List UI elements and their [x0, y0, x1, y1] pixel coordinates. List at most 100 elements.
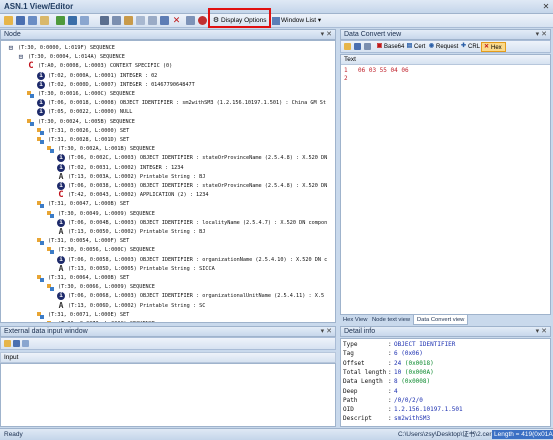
info-icon: i: [57, 182, 65, 190]
open-icon[interactable]: [4, 340, 11, 347]
pencil-icon[interactable]: [56, 16, 65, 25]
text-header: Text: [341, 55, 550, 65]
detail-value-text: 6 (0x06): [394, 350, 423, 358]
detail-value-hex: (0x0018): [404, 359, 434, 367]
base64-icon: ▣: [376, 43, 383, 49]
set-icon: [37, 136, 45, 144]
add-node-icon[interactable]: [160, 16, 169, 25]
detail-key: Data Length: [343, 378, 383, 386]
save-icon[interactable]: [16, 16, 25, 25]
hex-icon: ✕: [483, 44, 490, 50]
detail-colon: :: [388, 341, 392, 348]
export-icon[interactable]: [40, 16, 49, 25]
external-panel-title: External data input window: [4, 328, 88, 335]
window-list-label: Window List: [281, 17, 317, 24]
detail-panel-header: Detail info ▾ ✕: [340, 326, 551, 337]
document-icon[interactable]: [80, 16, 89, 25]
dcv-panel-title: Data Convert view: [344, 31, 402, 38]
set-icon: [47, 210, 55, 218]
close-icon[interactable]: ▾ ✕: [321, 327, 332, 336]
help-icon[interactable]: [198, 16, 207, 25]
paste-icon[interactable]: [124, 16, 133, 25]
open-folder-icon[interactable]: [4, 16, 13, 25]
detail-key: Path: [343, 396, 358, 404]
crl-icon: ✚: [460, 43, 467, 49]
status-text: Ready: [4, 431, 23, 438]
string-icon: A: [58, 227, 64, 236]
chevron-down-icon: ▾: [317, 17, 322, 24]
detail-value-text: sm2withSM3: [394, 415, 431, 423]
set-icon: [47, 145, 55, 154]
copy-icon[interactable]: [112, 16, 121, 25]
tab-node-text-view[interactable]: Node text view: [369, 315, 413, 325]
string-icon: A: [58, 171, 64, 181]
paste-special-icon[interactable]: [136, 16, 145, 25]
request-button[interactable]: ◉ Request: [427, 42, 458, 52]
detail-key: OID: [343, 406, 354, 414]
set-icon: [27, 90, 35, 98]
detail-colon: :: [388, 387, 392, 395]
pin-icon[interactable]: ▾ ✕: [321, 30, 332, 39]
info-icon: i: [57, 154, 65, 163]
close-icon[interactable]: ▾ ✕: [536, 30, 547, 39]
parse-icon[interactable]: [22, 340, 29, 347]
string-icon: A: [58, 300, 64, 310]
close-icon[interactable]: ✕: [541, 2, 551, 11]
info-icon: i: [57, 292, 65, 301]
open-icon[interactable]: [344, 43, 351, 50]
context-icon: C: [58, 190, 64, 201]
copy-icon[interactable]: [364, 43, 371, 50]
dcv-toolbar: ▣ Base64 ▤ Cert ◉ Request ✚ CRL ✕ Hex: [340, 40, 551, 53]
tree-node-label: (T:30, 0:0073, L:000C) SEQUENCE: [58, 319, 155, 322]
delete-icon[interactable]: ✕: [172, 16, 181, 25]
detail-colon: :: [388, 378, 392, 386]
detail-colon: :: [388, 368, 392, 376]
detail-colon: :: [388, 359, 392, 367]
info-icon: i: [57, 218, 65, 227]
title-bar: ASN.1 View/Editor ✕: [0, 0, 553, 14]
detail-key: Tag: [343, 350, 354, 358]
detail-key: Offset: [343, 359, 365, 367]
asn1-tree: ⊟ (T:30, 0:0000, L:019F) SEQUENCE ⊟ (T:30, …: [0, 40, 336, 323]
detail-value: sm2withSM3: [394, 415, 430, 424]
close-icon[interactable]: ▾ ✕: [536, 327, 547, 336]
info-icon: i: [57, 163, 65, 172]
crl-button[interactable]: ✚ CRL: [459, 42, 480, 52]
cut-icon[interactable]: [100, 16, 109, 25]
move-icon[interactable]: [148, 16, 157, 25]
set-icon: [37, 127, 45, 135]
detail-colon: :: [388, 396, 392, 404]
cert-button[interactable]: ▤ Cert: [405, 42, 426, 52]
set-icon: [37, 200, 45, 209]
detail-colon: :: [388, 350, 392, 358]
input-textarea[interactable]: [0, 363, 336, 427]
grid-icon[interactable]: [68, 16, 77, 25]
detail-value: /0/0/2/0: [394, 397, 423, 406]
detail-key: Total length: [343, 368, 387, 376]
detail-value: 6 (0x06): [394, 350, 423, 359]
hex-content[interactable]: 06 03 55 04 06: [358, 67, 409, 74]
hex-button[interactable]: ✕ Hex: [481, 42, 506, 52]
info-icon: i: [37, 71, 45, 80]
detail-value-text: 4: [394, 387, 398, 395]
tab-data-convert-view[interactable]: Data Convert view: [413, 315, 469, 325]
save-as-icon[interactable]: [28, 16, 37, 25]
info-icon: i: [37, 99, 45, 108]
base64-button[interactable]: ▣ Base64: [375, 42, 405, 52]
properties-icon[interactable]: [186, 16, 195, 25]
file-path: C:\Users\zsy\Desktop\证书\2.cer: [398, 431, 492, 438]
text-editor[interactable]: Text 1 2 06 03 55 04 06: [340, 54, 551, 315]
request-icon: ◉: [428, 43, 435, 49]
save-icon[interactable]: [354, 43, 361, 50]
detail-value: 24 (0x0018): [394, 360, 434, 369]
asn1-editor-window: { "app":{"title":"ASN.1 View/Editor"}, "…: [0, 0, 553, 440]
tab-hex-view[interactable]: Hex View: [340, 315, 370, 325]
detail-value: 8 (0x0008): [394, 378, 430, 387]
set-icon: [37, 274, 45, 282]
save-icon[interactable]: [13, 340, 20, 347]
detail-value-text: 10: [394, 368, 405, 376]
set-icon: [47, 320, 55, 322]
length-badge: Length = 419(0x01A3): [492, 430, 553, 439]
window-list-button[interactable]: Window List ▾: [270, 15, 324, 27]
string-icon: A: [58, 263, 64, 273]
